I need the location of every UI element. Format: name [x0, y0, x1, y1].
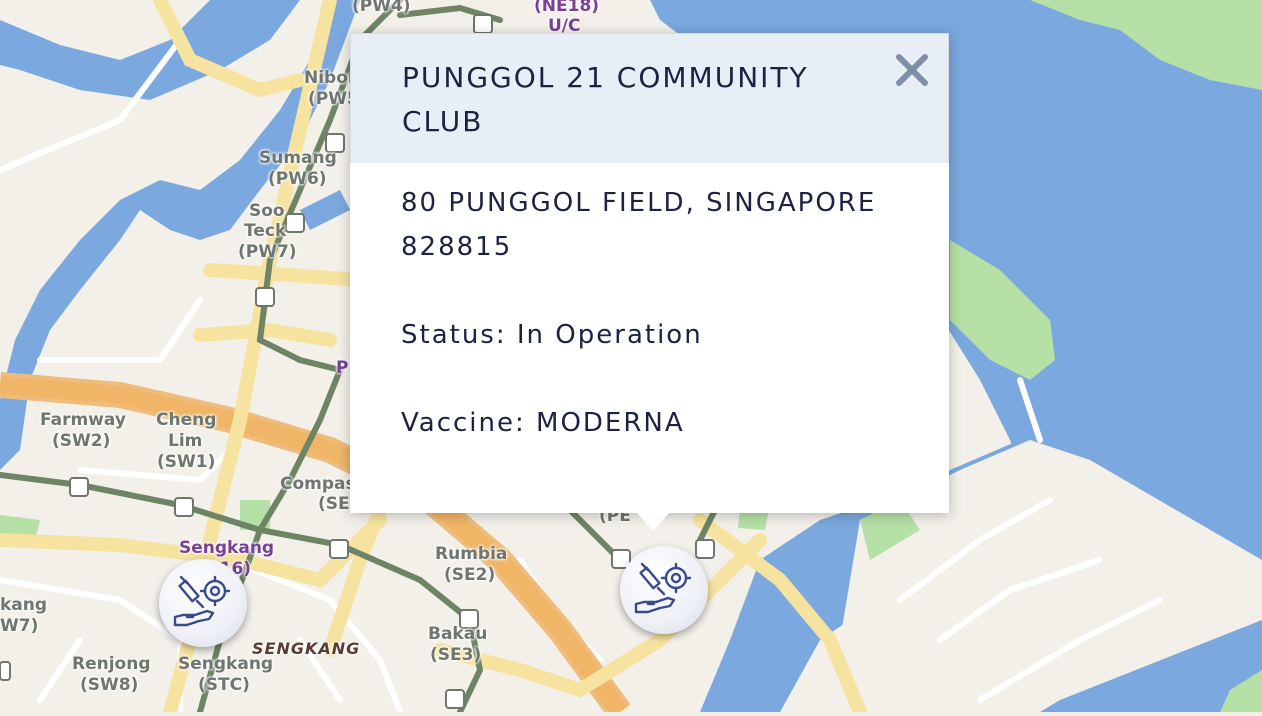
- map-label: Sumang: [259, 148, 337, 168]
- map-label: Cheng: [156, 410, 217, 430]
- popup-title: PUNGGOL 21 COMMUNITY CLUB: [402, 61, 809, 138]
- vaccination-icon: [173, 575, 231, 627]
- vaccination-icon: [634, 562, 692, 614]
- map-label: (NE18): [534, 0, 600, 16]
- vaccination-marker[interactable]: [159, 559, 247, 647]
- vaccination-marker[interactable]: [620, 546, 708, 634]
- map-label: Renjong: [72, 654, 151, 674]
- map-label: Lim: [168, 431, 203, 451]
- map-label: Compas: [280, 474, 356, 494]
- map-label: kang: [0, 595, 48, 615]
- map-label: Sengkang: [179, 538, 275, 558]
- popup-status: Status: In Operation: [401, 320, 703, 350]
- map-label: (SW2): [52, 431, 111, 451]
- popup-address: 80 PUNGGOL FIELD, SINGAPORE 828815: [401, 188, 877, 262]
- map-label: (SW1): [157, 452, 216, 472]
- map-label: (SW8): [80, 675, 139, 695]
- map-label: (STC): [198, 675, 250, 695]
- popup-header: PUNGGOL 21 COMMUNITY CLUB: [350, 33, 949, 163]
- close-icon: [896, 54, 928, 86]
- map-label: (PW7): [238, 242, 297, 262]
- map-label: (SE2): [444, 565, 496, 585]
- map-label: P: [336, 358, 349, 378]
- map-label: (SE: [318, 494, 350, 514]
- popup-vaccine: Vaccine: MODERNA: [401, 408, 685, 438]
- popup-pointer: [637, 513, 669, 531]
- popup-body: 80 PUNGGOL FIELD, SINGAPORE 828815 Statu…: [401, 181, 921, 489]
- map-label: (PW4): [352, 0, 411, 16]
- map-label: (SE3): [430, 645, 482, 665]
- map-label: W7): [0, 616, 39, 636]
- map-label: Teck: [244, 221, 287, 241]
- map-label: Bakau: [428, 624, 488, 644]
- map-label: Sengkang: [178, 654, 274, 674]
- map-label: Rumbia: [435, 544, 508, 564]
- map-label: Soo: [249, 201, 285, 221]
- close-button[interactable]: [894, 52, 930, 88]
- location-popup: PUNGGOL 21 COMMUNITY CLUB 80 PUNGGOL FIE…: [350, 33, 949, 531]
- map-label: Farmway: [40, 410, 126, 430]
- map-label: (PW6): [268, 169, 327, 189]
